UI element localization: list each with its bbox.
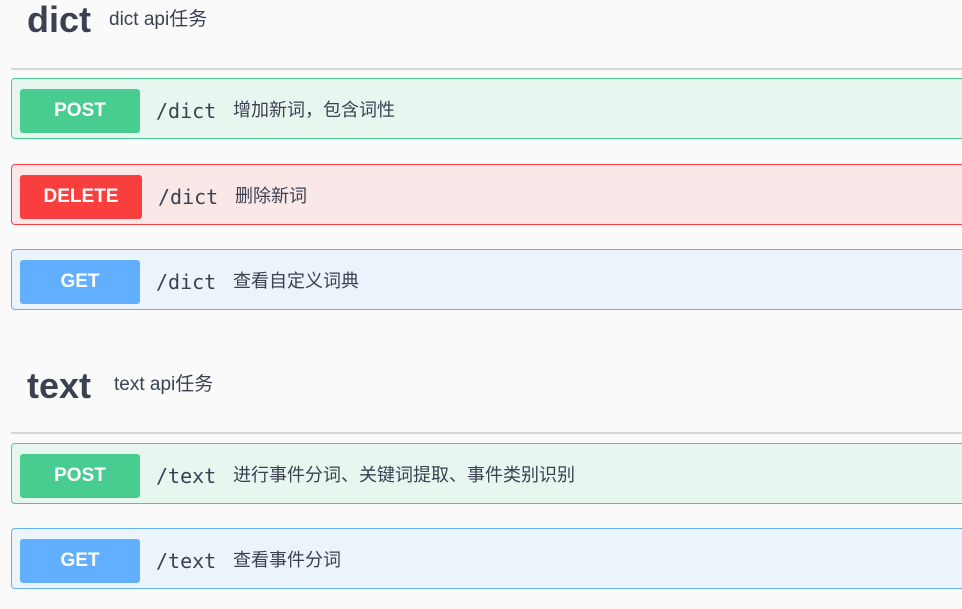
operation-path[interactable]: /dict xyxy=(156,89,216,133)
operation-summary: 查看事件分词 xyxy=(233,550,341,571)
tag-name-text[interactable]: text xyxy=(27,366,91,406)
operation-path[interactable]: /text xyxy=(156,539,216,583)
method-badge-post[interactable]: POST xyxy=(20,89,140,133)
operation-path[interactable]: /text xyxy=(156,454,216,498)
method-badge-get[interactable]: GET xyxy=(20,539,140,583)
method-badge-delete[interactable]: DELETE xyxy=(20,175,142,219)
opblock-post-text[interactable]: POST /text 进行事件分词、关键词提取、事件类别识别 xyxy=(11,443,962,504)
operation-summary: 增加新词，包含词性 xyxy=(233,100,395,121)
tag-divider xyxy=(11,68,962,70)
method-badge-post[interactable]: POST xyxy=(20,454,140,498)
opblock-post-dict[interactable]: POST /dict 增加新词，包含词性 xyxy=(11,78,962,139)
tag-name-dict[interactable]: dict xyxy=(27,0,91,40)
swagger-page: dict dict api任务 POST /dict 增加新词，包含词性 DEL… xyxy=(0,0,962,609)
operation-summary: 删除新词 xyxy=(235,186,307,207)
opblock-delete-dict[interactable]: DELETE /dict 删除新词 xyxy=(11,164,962,225)
opblock-get-dict[interactable]: GET /dict 查看自定义词典 xyxy=(11,249,962,310)
operation-path[interactable]: /dict xyxy=(158,175,218,219)
tag-divider xyxy=(11,432,962,434)
opblock-get-text[interactable]: GET /text 查看事件分词 xyxy=(11,528,962,589)
tag-description-text: text api任务 xyxy=(114,374,214,395)
operation-path[interactable]: /dict xyxy=(156,260,216,304)
tag-description-dict: dict api任务 xyxy=(109,9,208,30)
operation-summary: 进行事件分词、关键词提取、事件类别识别 xyxy=(233,465,575,486)
operation-summary: 查看自定义词典 xyxy=(233,271,359,292)
method-badge-get[interactable]: GET xyxy=(20,260,140,304)
